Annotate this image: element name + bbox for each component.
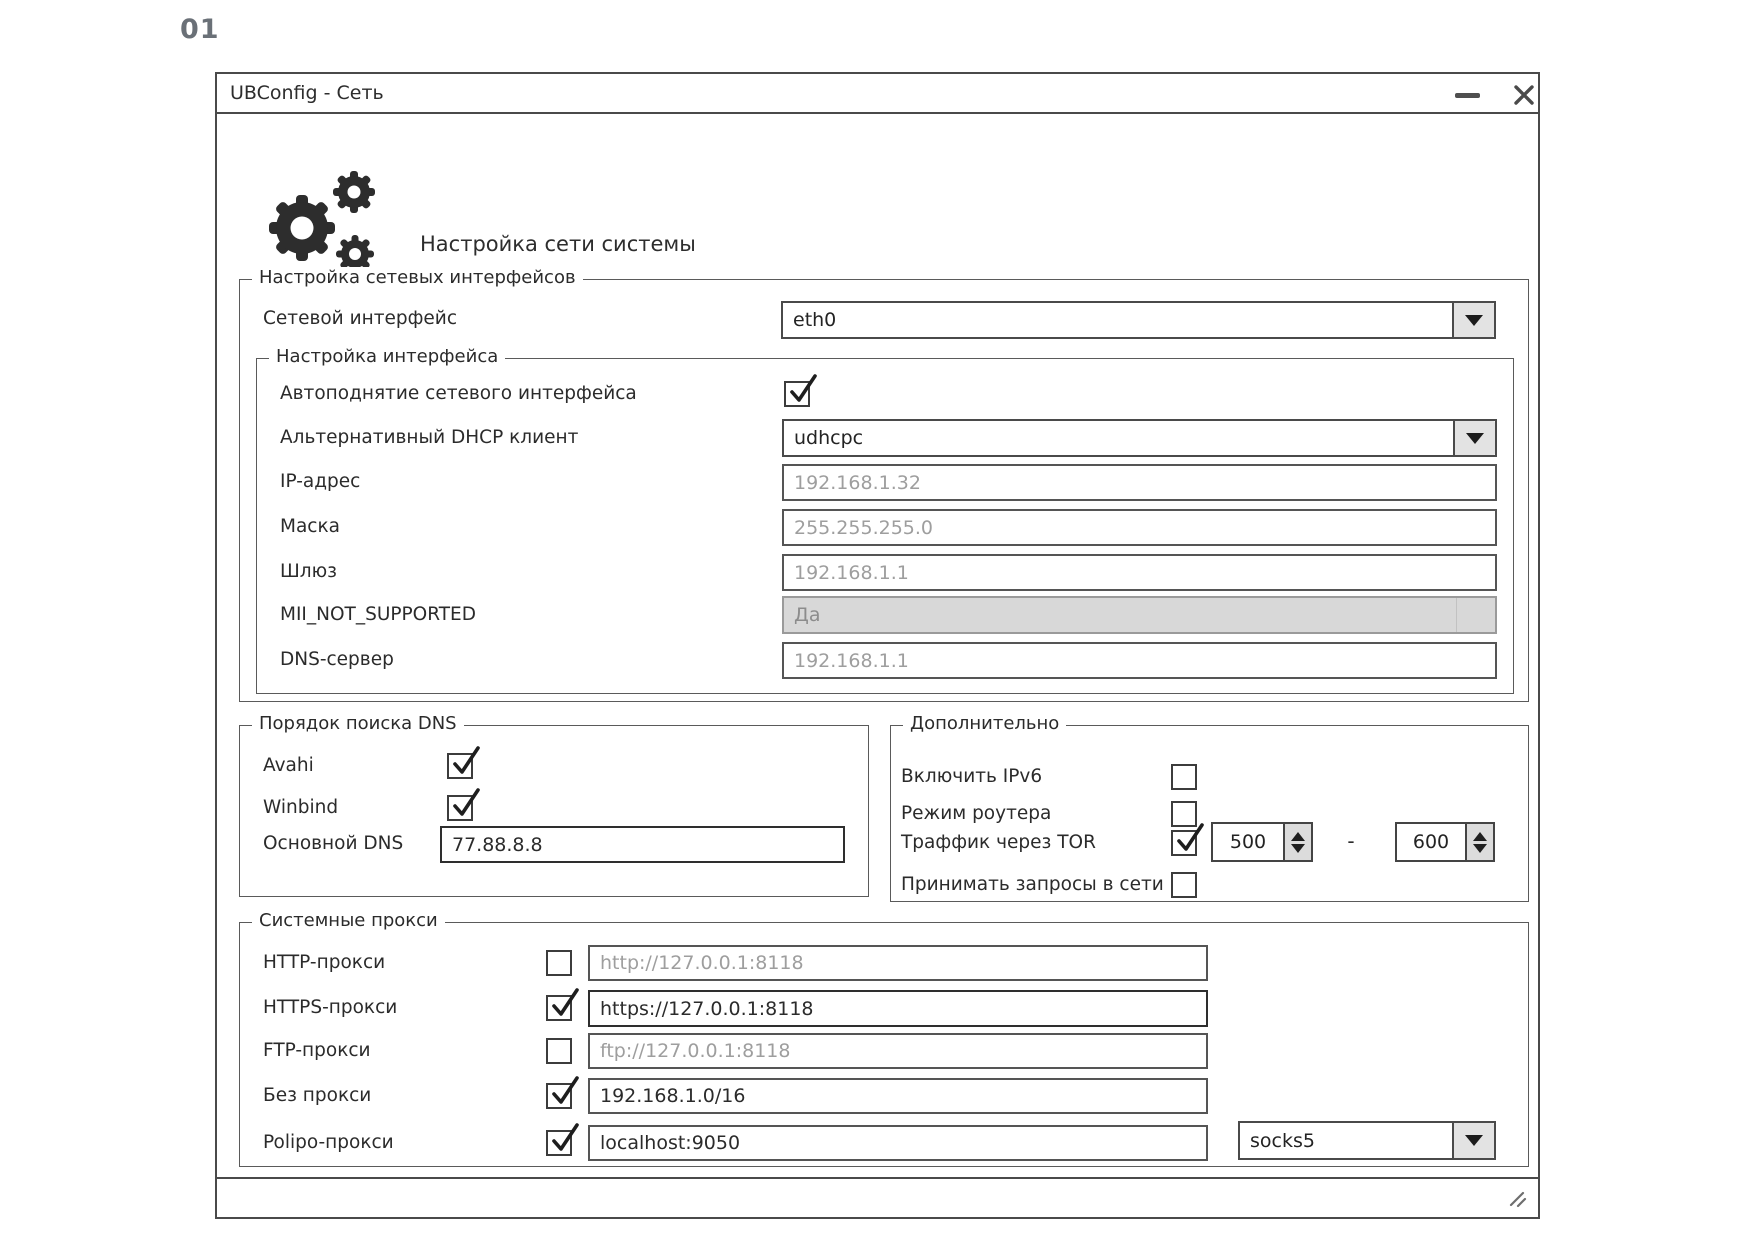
- polipo-proxy-checkbox[interactable]: [546, 1130, 572, 1156]
- router-mode-label: Режим роутера: [901, 802, 1051, 826]
- group-additional-legend: Дополнительно: [903, 713, 1066, 734]
- dhcp-client-dropdown-value: udhcpc: [794, 421, 863, 455]
- http-proxy-checkbox[interactable]: [546, 950, 572, 976]
- status-bar: [217, 1177, 1538, 1217]
- mii-label: MII_NOT_SUPPORTED: [280, 603, 476, 627]
- tor-port-to-spin-buttons[interactable]: [1465, 824, 1493, 860]
- https-proxy-input[interactable]: [588, 990, 1208, 1027]
- check-icon: [786, 372, 818, 408]
- tor-port-from-value: 500: [1213, 824, 1283, 860]
- check-icon: [548, 986, 580, 1022]
- auto-up-label: Автоподнятие сетевого интерфейса: [280, 382, 637, 406]
- group-dns-order-legend: Порядок поиска DNS: [252, 713, 464, 734]
- mask-input[interactable]: [782, 509, 1497, 546]
- auto-up-checkbox[interactable]: [784, 381, 810, 407]
- titlebar: UBConfig - Сеть: [217, 74, 1538, 114]
- tor-traffic-checkbox[interactable]: [1171, 830, 1197, 856]
- spinner-up-icon: [1473, 832, 1487, 841]
- mii-value: Да: [794, 604, 821, 626]
- primary-dns-input[interactable]: [440, 826, 845, 863]
- check-icon: [449, 744, 481, 780]
- https-proxy-label: HTTPS-прокси: [263, 996, 397, 1020]
- chevron-down-icon: [1465, 1135, 1483, 1146]
- group-interface-settings: Настройка интерфейса Автоподнятие сетево…: [256, 358, 1514, 694]
- group-system-proxies-legend: Системные прокси: [252, 910, 445, 931]
- interface-dropdown-button[interactable]: [1452, 303, 1494, 337]
- spinner-down-icon: [1473, 844, 1487, 853]
- ip-input[interactable]: [782, 464, 1497, 501]
- http-proxy-label: HTTP-прокси: [263, 951, 385, 975]
- chevron-down-icon: [1465, 315, 1483, 326]
- check-icon: [548, 1074, 580, 1110]
- spinner-down-icon: [1291, 844, 1305, 853]
- close-icon: [1512, 83, 1536, 107]
- port-range-separator: -: [1339, 829, 1363, 853]
- check-icon: [1173, 821, 1205, 857]
- https-proxy-checkbox[interactable]: [546, 995, 572, 1021]
- minimize-button[interactable]: [1449, 82, 1485, 108]
- dialog-heading: Настройка сети системы: [420, 232, 696, 256]
- http-proxy-input[interactable]: [588, 945, 1208, 981]
- no-proxy-input[interactable]: [588, 1078, 1208, 1114]
- accept-requests-label: Принимать запросы в сети: [901, 873, 1164, 897]
- gateway-label: Шлюз: [280, 560, 337, 584]
- group-dns-order: Порядок поиска DNS Avahi Winbind Основно…: [239, 725, 869, 897]
- ipv6-checkbox[interactable]: [1171, 764, 1197, 790]
- polipo-protocol-dropdown[interactable]: socks5: [1238, 1121, 1496, 1160]
- interface-dropdown[interactable]: eth0: [781, 301, 1496, 339]
- dhcp-client-label: Альтернативный DHCP клиент: [280, 426, 578, 450]
- mii-field-divider: [1456, 598, 1458, 632]
- spinner-up-icon: [1291, 832, 1305, 841]
- no-proxy-label: Без прокси: [263, 1084, 371, 1108]
- interface-dropdown-value: eth0: [793, 303, 836, 337]
- dhcp-client-dropdown[interactable]: udhcpc: [782, 419, 1497, 457]
- tor-port-to-spinner[interactable]: 600: [1395, 822, 1495, 862]
- ipv6-label: Включить IPv6: [901, 765, 1042, 789]
- check-icon: [449, 786, 481, 822]
- check-icon: [548, 1121, 580, 1157]
- ftp-proxy-checkbox[interactable]: [546, 1038, 572, 1064]
- group-system-proxies: Системные прокси HTTP-прокси HTTPS-прокс…: [239, 922, 1529, 1167]
- ubconfig-window: UBConfig - Сеть: [215, 72, 1540, 1219]
- close-button[interactable]: [1507, 80, 1541, 110]
- polipo-protocol-dropdown-button[interactable]: [1452, 1123, 1494, 1158]
- polipo-proxy-label: Polipo-прокси: [263, 1131, 394, 1155]
- ftp-proxy-label: FTP-прокси: [263, 1039, 371, 1063]
- group-network-interfaces: Настройка сетевых интерфейсов Сетевой ин…: [239, 279, 1529, 702]
- polipo-protocol-dropdown-value: socks5: [1250, 1123, 1315, 1158]
- dns-server-label: DNS-сервер: [280, 648, 394, 672]
- winbind-checkbox[interactable]: [447, 795, 473, 821]
- group-interface-settings-legend: Настройка интерфейса: [269, 346, 505, 367]
- tor-port-from-spinner[interactable]: 500: [1211, 822, 1313, 862]
- gateway-input[interactable]: [782, 554, 1497, 591]
- chevron-down-icon: [1466, 433, 1484, 444]
- gears-icon: [262, 168, 380, 276]
- primary-dns-label: Основной DNS: [263, 832, 403, 856]
- group-network-interfaces-legend: Настройка сетевых интерфейсов: [252, 267, 583, 288]
- window-title: UBConfig - Сеть: [230, 74, 384, 112]
- polipo-proxy-input[interactable]: [588, 1125, 1208, 1161]
- mask-label: Маска: [280, 515, 340, 539]
- tor-port-to-value: 600: [1397, 824, 1465, 860]
- accept-requests-checkbox[interactable]: [1171, 872, 1197, 898]
- tor-port-from-spin-buttons[interactable]: [1283, 824, 1311, 860]
- dhcp-client-dropdown-button[interactable]: [1453, 421, 1495, 455]
- winbind-label: Winbind: [263, 796, 338, 820]
- resize-grip-icon[interactable]: [1508, 1189, 1528, 1209]
- dns-server-input[interactable]: [782, 642, 1497, 679]
- mii-field: Да: [782, 596, 1497, 634]
- avahi-checkbox[interactable]: [447, 753, 473, 779]
- avahi-label: Avahi: [263, 754, 314, 778]
- tor-traffic-label: Траффик через TOR: [901, 831, 1096, 855]
- figure-label: 01: [180, 14, 220, 45]
- no-proxy-checkbox[interactable]: [546, 1083, 572, 1109]
- ftp-proxy-input[interactable]: [588, 1033, 1208, 1069]
- ip-label: IP-адрес: [280, 470, 360, 494]
- interface-label: Сетевой интерфейс: [263, 307, 457, 331]
- group-additional: Дополнительно Включить IPv6 Режим роутер…: [890, 725, 1529, 902]
- minimize-icon: [1455, 93, 1480, 98]
